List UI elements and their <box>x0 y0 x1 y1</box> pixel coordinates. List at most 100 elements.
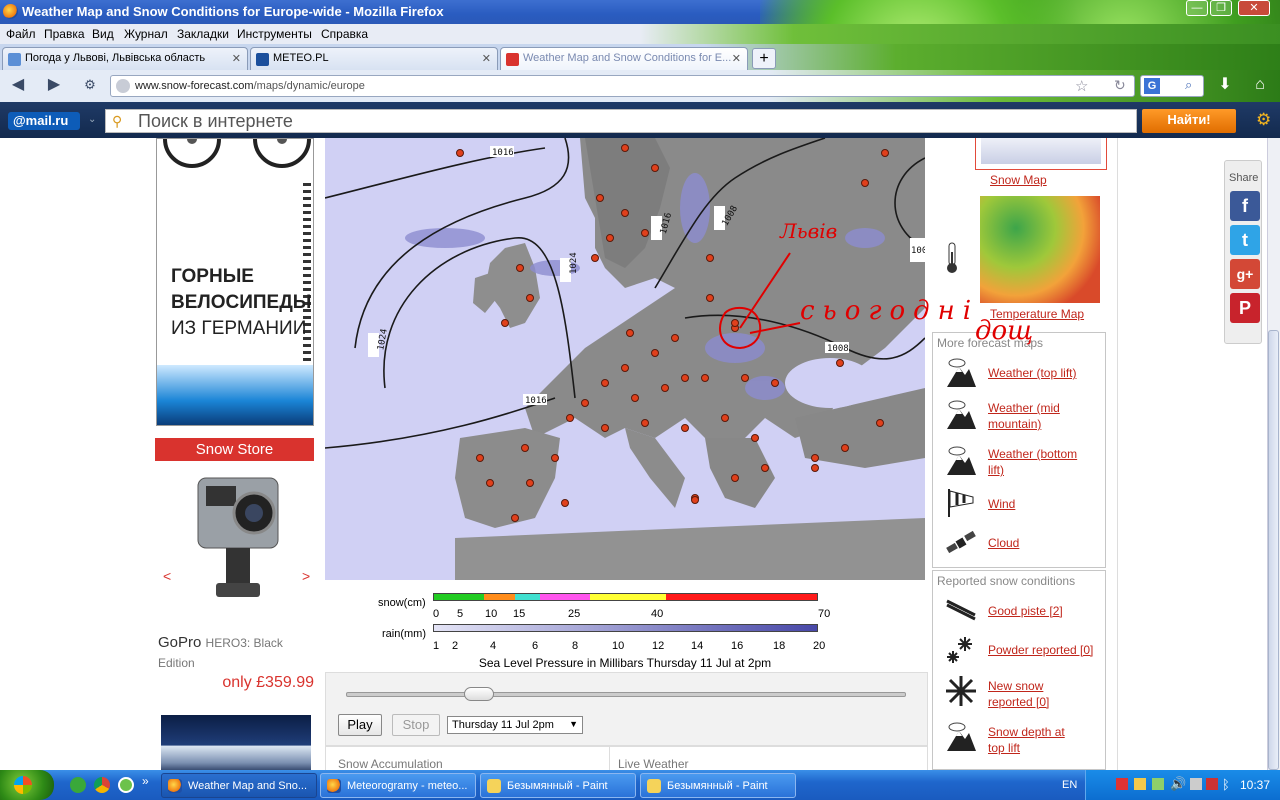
scrollbar-thumb[interactable] <box>1268 330 1279 770</box>
tab-snow-accumulation[interactable]: Snow Accumulation <box>338 757 443 770</box>
facebook-share-button[interactable]: f <box>1230 191 1260 221</box>
rain-scale-ticks: 1 2 4 6 8 10 12 14 16 18 20 <box>433 640 833 652</box>
search-icon[interactable]: ⌕ <box>1185 77 1192 93</box>
volume-icon[interactable]: 🔊 <box>1170 776 1186 792</box>
tray-app-icon[interactable] <box>1116 778 1128 790</box>
reload-icon[interactable]: ↻ <box>1114 77 1126 94</box>
snow-tick-label: 10 <box>485 608 498 620</box>
url-path: /maps/dynamic/europe <box>253 80 365 92</box>
tab-close-icon[interactable]: ✕ <box>482 52 491 65</box>
menu-help[interactable]: Справка <box>321 27 368 41</box>
bicycle-ad-banner[interactable]: ГОРНЫЕ ВЕЛОСИПЕДЫ ИЗ ГЕРМАНИИ <box>156 138 314 426</box>
icm-favicon-icon <box>256 53 269 66</box>
bluetooth-icon[interactable]: ᛒ <box>1222 777 1230 792</box>
language-indicator[interactable]: EN <box>1062 779 1077 791</box>
wind-link[interactable]: Wind <box>988 496 1015 512</box>
find-button[interactable]: Найти! <box>1142 109 1236 133</box>
play-button[interactable]: Play <box>338 714 382 736</box>
mailru-search-input[interactable]: ⚲ Поиск в интернете <box>105 109 1137 133</box>
carousel-prev-button[interactable]: < <box>163 568 171 584</box>
twitter-share-button[interactable]: t <box>1230 225 1260 255</box>
tab-live-weather[interactable]: Live Weather <box>618 757 688 770</box>
windows-logo-icon <box>14 776 32 794</box>
pinterest-share-button[interactable]: P <box>1230 293 1260 323</box>
weather-top-lift-link[interactable]: Weather (top lift) <box>988 365 1076 381</box>
new-tab-button[interactable]: + <box>752 48 776 69</box>
task-paint-1[interactable]: Безымянный - Paint <box>480 773 636 798</box>
google-plus-share-button[interactable]: g+ <box>1230 259 1260 289</box>
tab-meteo-pl[interactable]: METEO.PL ✕ <box>250 47 498 70</box>
menu-bookmarks[interactable]: Закладки <box>177 27 229 41</box>
icq-icon[interactable] <box>118 777 134 793</box>
temperature-map-thumbnail[interactable] <box>980 196 1100 303</box>
stop-button[interactable]: Stop <box>392 714 440 736</box>
task-paint-2[interactable]: Безымянный - Paint <box>640 773 796 798</box>
snow-tick-label: 40 <box>651 608 664 620</box>
chrome-icon[interactable] <box>94 777 110 793</box>
time-slider-handle[interactable] <box>463 687 494 701</box>
task-firefox-weather[interactable]: Weather Map and Sno... <box>161 773 317 798</box>
snow-map-thumb-frame[interactable] <box>975 138 1107 170</box>
task-label: Weather Map and Sno... <box>188 780 308 792</box>
network-icon[interactable] <box>1190 778 1202 790</box>
snow-scale-segment <box>514 594 540 600</box>
chevron-down-icon[interactable]: ⌄ <box>88 114 96 125</box>
animation-controls: Play Stop Thursday 11 Jul 2pm ▼ <box>325 672 928 746</box>
task-firefox-meteorogramy[interactable]: Meteorogramy - meteo... <box>320 773 476 798</box>
history-icon[interactable]: ⚙ <box>80 76 100 96</box>
tab-close-icon[interactable]: ✕ <box>232 52 241 65</box>
tray-security-icon[interactable] <box>1206 778 1218 790</box>
rain-tick-label: 8 <box>572 640 579 652</box>
snow-store-header[interactable]: Snow Store <box>155 438 314 461</box>
maximize-button[interactable]: ❐ <box>1210 0 1232 16</box>
minimize-button[interactable]: — <box>1186 0 1208 16</box>
time-select[interactable]: Thursday 11 Jul 2pm ▼ <box>447 716 583 734</box>
time-slider[interactable] <box>346 687 906 701</box>
firefox-icon <box>3 4 18 19</box>
back-button[interactable]: ◀ <box>8 76 28 96</box>
cloud-link[interactable]: Cloud <box>988 535 1019 551</box>
mountain-ad-image[interactable] <box>161 715 311 770</box>
powder-reported-link[interactable]: Powder reported [0] <box>988 642 1093 658</box>
mountain-cloud-icon <box>947 400 976 429</box>
mailru-logo[interactable]: @mail.ru <box>8 112 80 130</box>
tab-lviv-weather[interactable]: Погода у Львові, Львівська область ✕ <box>2 47 248 70</box>
weather-bottom-lift-link[interactable]: Weather (bottom lift) <box>988 446 1088 478</box>
utorrent-icon[interactable] <box>70 777 86 793</box>
snow-map-link[interactable]: Snow Map <box>990 172 1047 188</box>
gear-icon[interactable]: ⚙ <box>1256 110 1271 130</box>
home-icon[interactable]: ⌂ <box>1250 76 1270 96</box>
share-widget: Share f t g+ P <box>1224 160 1262 344</box>
gopro-camera-image[interactable] <box>188 473 288 603</box>
snow-depth-link[interactable]: Snow depth at top lift <box>988 724 1068 756</box>
tab-snow-forecast[interactable]: Weather Map and Snow Conditions for E...… <box>500 47 748 71</box>
menu-edit[interactable]: Правка <box>44 27 85 41</box>
good-piste-link[interactable]: Good piste [2] <box>988 603 1063 619</box>
quick-launch-more-icon[interactable]: » <box>142 774 149 788</box>
bookmark-star-icon[interactable]: ☆ <box>1075 77 1088 95</box>
tray-app-icon[interactable] <box>1152 778 1164 790</box>
menu-view[interactable]: Вид <box>92 27 114 41</box>
ad-water-splash <box>157 365 313 425</box>
tab-close-icon[interactable]: ✕ <box>732 52 741 65</box>
menu-history[interactable]: Журнал <box>124 27 168 41</box>
url-bar[interactable]: www.snow-forecast.com/maps/dynamic/europ… <box>110 75 1135 97</box>
search-box[interactable]: G ⌕ <box>1140 75 1204 97</box>
product-name[interactable]: GoPro HERO3: Black Edition <box>158 633 318 673</box>
tab-divider <box>609 747 610 770</box>
start-button[interactable] <box>0 770 54 800</box>
carousel-next-button[interactable]: > <box>302 568 310 584</box>
downloads-icon[interactable]: ⬇ <box>1215 76 1235 96</box>
panel-title: Reported snow conditions <box>937 574 1076 588</box>
tab-label: Погода у Львові, Львівська область <box>25 52 206 64</box>
menu-tools[interactable]: Инструменты <box>237 27 312 41</box>
tray-folder-icon[interactable] <box>1134 778 1146 790</box>
forward-button[interactable]: ▶ <box>44 76 64 96</box>
weather-mid-mountain-link[interactable]: Weather (mid mountain) <box>988 400 1098 432</box>
close-window-button[interactable]: ✕ <box>1238 0 1270 16</box>
menu-file[interactable]: Файл <box>6 27 36 41</box>
new-snow-reported-link[interactable]: New snow reported [0] <box>988 678 1078 710</box>
weather-map[interactable]: 1016 1024 1024 1016 1008 1016 1008 1008 <box>325 138 925 580</box>
snow-color-scale <box>433 593 818 601</box>
snow-scale-segment <box>484 594 515 600</box>
